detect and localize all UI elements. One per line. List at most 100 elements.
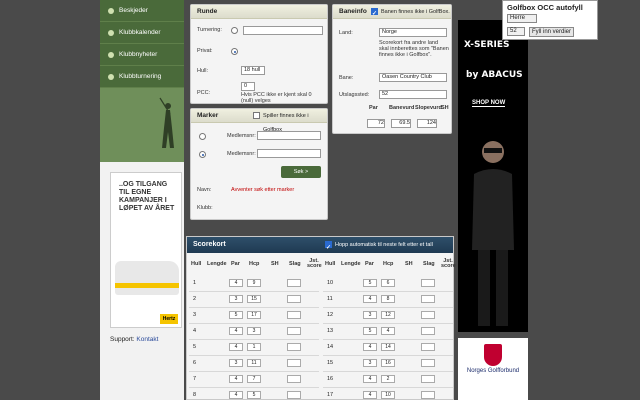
hcp-field[interactable]: 2 xyxy=(381,375,395,383)
slope-input[interactable]: 124 xyxy=(417,119,437,128)
slag-input[interactable] xyxy=(421,327,435,335)
support-contact-link[interactable]: Kontakt xyxy=(136,336,158,343)
medlem-radio-1[interactable] xyxy=(199,133,206,140)
par-field[interactable]: 4 xyxy=(229,343,243,351)
par-field[interactable]: 5 xyxy=(363,279,377,287)
slag-input[interactable] xyxy=(421,311,435,319)
hcp-field[interactable]: 11 xyxy=(247,359,261,367)
slag-input[interactable] xyxy=(287,295,301,303)
abacus-advertisement[interactable]: X-SERIES by ABACUS SHOP NOW xyxy=(458,20,528,332)
shop-now-link[interactable]: SHOP NOW xyxy=(472,100,506,107)
slag-input[interactable] xyxy=(287,327,301,335)
hcp-field[interactable]: 14 xyxy=(381,343,395,351)
par-field[interactable]: 5 xyxy=(229,311,243,319)
hcp-field[interactable]: 4 xyxy=(381,327,395,335)
norges-golfforbund-logo[interactable]: Norges Golfforbund xyxy=(458,338,528,400)
par-field[interactable]: 4 xyxy=(229,327,243,335)
bane-input[interactable]: Oasen Country Club xyxy=(379,73,447,82)
privat-radio[interactable] xyxy=(231,48,238,55)
slag-input[interactable] xyxy=(421,279,435,287)
baneinfo-panel: Baneinfo Banen finnes ikke i GolfBox. La… xyxy=(332,4,452,134)
par-field[interactable]: 4 xyxy=(229,375,243,383)
hertz-advertisement[interactable]: ..OG TILGANG TIL EGNE KAMPANJER I LØPET … xyxy=(110,172,182,328)
hole-number: 4 xyxy=(193,328,197,334)
sidebar-item-klubbkalender[interactable]: Klubbkalender xyxy=(100,22,184,44)
par-input[interactable]: 72 xyxy=(367,119,385,128)
klubb-label: Klubb: xyxy=(197,205,213,211)
scorecard-col-header: Slag xyxy=(289,261,301,267)
slag-input[interactable] xyxy=(421,375,435,383)
slag-input[interactable] xyxy=(287,311,301,319)
row-divider xyxy=(323,323,453,324)
tee-select[interactable]: 52 xyxy=(507,27,525,36)
scorecard-col-header: Hull xyxy=(325,261,336,267)
slag-input[interactable] xyxy=(287,343,301,351)
medlem-radio-2[interactable] xyxy=(199,151,206,158)
pcc-note: Hvis PCC ikke er kjent skal 0 (null) vel… xyxy=(241,92,312,104)
model-photo-icon xyxy=(472,141,514,326)
turnering-input[interactable] xyxy=(243,26,323,35)
hole-number: 13 xyxy=(327,328,334,334)
hole-number: 5 xyxy=(193,344,197,350)
hole-number: 11 xyxy=(327,296,333,302)
hcp-field[interactable]: 7 xyxy=(247,375,261,383)
par-field[interactable]: 3 xyxy=(229,359,243,367)
turnering-radio[interactable] xyxy=(231,27,238,34)
land-input[interactable]: Norge xyxy=(379,28,447,37)
row-divider xyxy=(323,307,453,308)
hcp-field[interactable]: 16 xyxy=(381,359,395,367)
slag-input[interactable] xyxy=(287,279,301,287)
hcp-field[interactable]: 10 xyxy=(381,391,395,399)
slag-input[interactable] xyxy=(287,375,301,383)
par-field[interactable]: 5 xyxy=(363,327,377,335)
par-field[interactable]: 4 xyxy=(229,279,243,287)
par-field[interactable]: 4 xyxy=(363,391,377,399)
sidebar-item-klubbnyheter[interactable]: Klubbnyheter xyxy=(100,44,184,66)
par-field[interactable]: 4 xyxy=(363,295,377,303)
col-slope: Slopevurd xyxy=(415,105,442,111)
hcp-field[interactable]: 9 xyxy=(247,279,261,287)
ad-line2: by ABACUS xyxy=(466,70,523,80)
gender-select[interactable]: Herre xyxy=(507,14,537,23)
sidebar-item-label: Klubbkalender xyxy=(119,29,161,36)
slag-input[interactable] xyxy=(421,295,435,303)
hull-select[interactable]: 18 hull xyxy=(241,66,265,75)
par-field[interactable]: 3 xyxy=(229,295,243,303)
slag-input[interactable] xyxy=(421,391,435,399)
spiller-finnes-ikke-checkbox[interactable] xyxy=(253,112,260,119)
ngf-text: Norges Golfforbund xyxy=(466,368,520,374)
scorecard-col-header: Hull xyxy=(191,261,202,267)
hcp-field[interactable]: 17 xyxy=(247,311,261,319)
par-field[interactable]: 3 xyxy=(363,359,377,367)
medlem-input-1[interactable] xyxy=(257,131,321,140)
sok-button[interactable]: Søk > xyxy=(281,166,321,178)
hcp-field[interactable]: 6 xyxy=(381,279,395,287)
scorecard-col-header: Lengde xyxy=(207,261,227,267)
scorecard: Scorekort Hopp automatisk til neste felt… xyxy=(186,236,456,400)
sidebar-item-klubbturnering[interactable]: Klubbturnering xyxy=(100,66,184,88)
baneinfo-title: Baneinfo xyxy=(339,8,367,15)
rating-input[interactable]: 69.5 xyxy=(391,119,411,128)
hcp-field[interactable]: 8 xyxy=(381,295,395,303)
hcp-field[interactable]: 15 xyxy=(247,295,261,303)
fill-values-button[interactable]: Fyll inn verdier xyxy=(529,27,575,37)
par-field[interactable]: 3 xyxy=(363,311,377,319)
slag-input[interactable] xyxy=(287,359,301,367)
utslag-input[interactable]: 52 xyxy=(379,90,447,99)
par-field[interactable]: 4 xyxy=(363,343,377,351)
sidebar-item-beskjeder[interactable]: Beskjeder xyxy=(100,0,184,22)
hole-number: 8 xyxy=(193,392,197,398)
hcp-field[interactable]: 5 xyxy=(247,391,261,399)
banen-finnes-ikke-checkbox[interactable] xyxy=(371,7,378,21)
par-field[interactable]: 4 xyxy=(363,375,377,383)
hcp-field[interactable]: 3 xyxy=(247,327,261,335)
medlem-input-2[interactable] xyxy=(257,149,321,158)
par-field[interactable]: 4 xyxy=(229,391,243,399)
slag-input[interactable] xyxy=(421,343,435,351)
hcp-field[interactable]: 12 xyxy=(381,311,395,319)
scorecard-col-header: Hcp xyxy=(249,261,260,267)
hcp-field[interactable]: 1 xyxy=(247,343,261,351)
slag-input[interactable] xyxy=(421,359,435,367)
slag-input[interactable] xyxy=(287,391,301,399)
pcc-select[interactable]: 0 xyxy=(241,82,255,91)
